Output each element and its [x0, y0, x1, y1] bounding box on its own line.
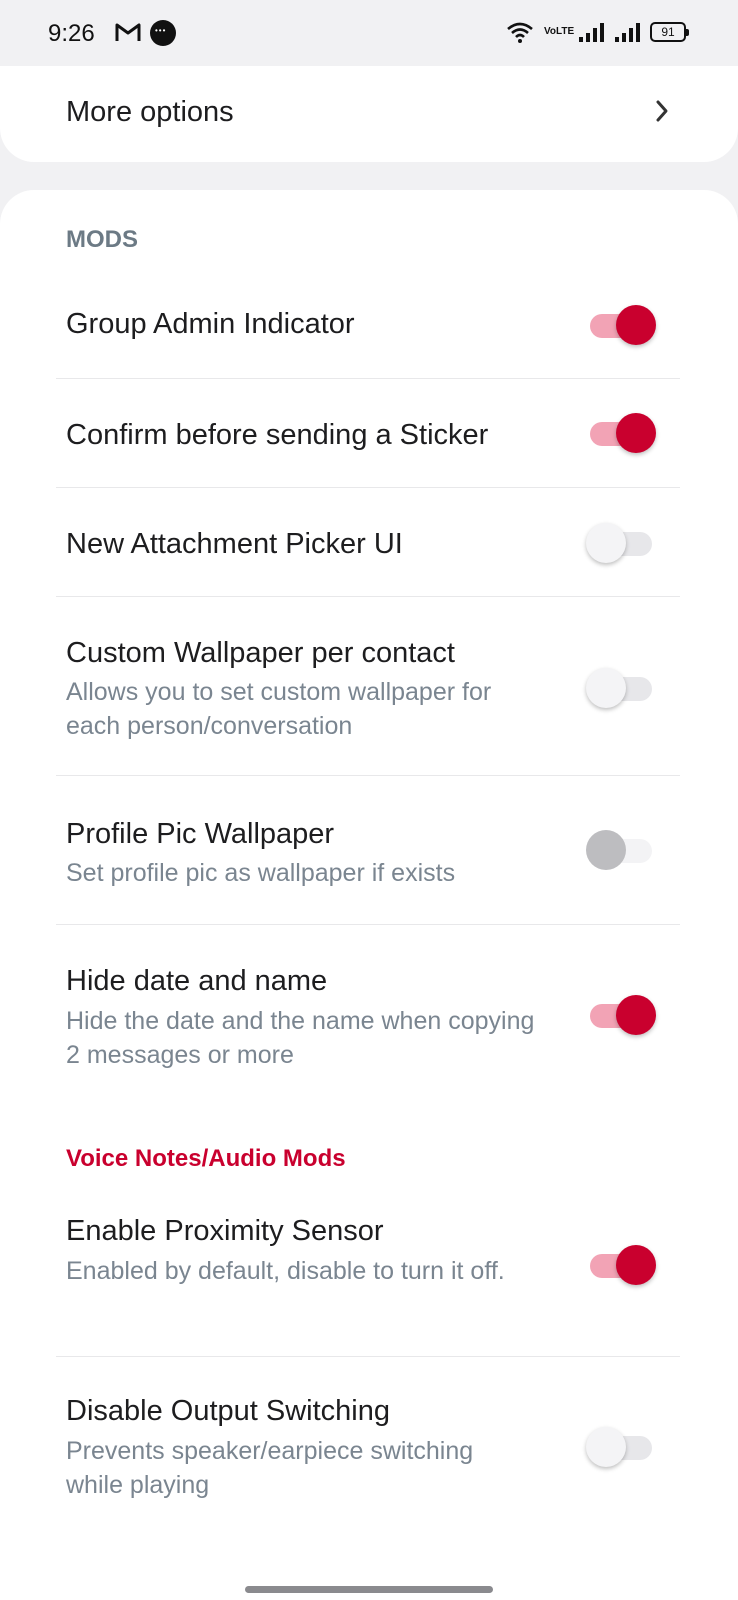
setting-subtitle: Set profile pic as wallpaper if exists	[66, 859, 456, 887]
setting-title: Custom Wallpaper per contact	[66, 637, 455, 669]
battery-icon: 91	[650, 22, 689, 42]
setting-group-admin-indicator[interactable]: Group Admin Indicator	[56, 290, 680, 378]
setting-enable-proximity-sensor[interactable]: Enable Proximity Sensor Enabled by defau…	[56, 1195, 680, 1355]
setting-new-attachment-picker[interactable]: New Attachment Picker UI	[56, 488, 680, 596]
toggle-switch[interactable]	[586, 523, 656, 563]
chevron-right-icon	[656, 100, 668, 122]
setting-disable-output-switching[interactable]: Disable Output Switching Prevents speake…	[56, 1357, 680, 1537]
signal-icon-2	[615, 23, 640, 42]
setting-title: Group Admin Indicator	[66, 308, 355, 340]
setting-subtitle: Enabled by default, disable to turn it o…	[66, 1257, 505, 1285]
wifi-icon	[507, 22, 533, 43]
signal-icon	[579, 23, 604, 42]
battery-level: 91	[661, 25, 675, 39]
status-time: 9:26	[48, 20, 95, 47]
more-options-label: More options	[66, 96, 234, 128]
toggle-switch[interactable]	[586, 830, 656, 870]
toggle-switch[interactable]	[586, 1245, 656, 1285]
toggle-switch[interactable]	[586, 1427, 656, 1467]
toggle-switch[interactable]	[586, 995, 656, 1035]
volte-icon: VoLTE	[544, 26, 575, 37]
chat-notification-icon	[150, 20, 176, 46]
setting-title: Profile Pic Wallpaper	[66, 818, 335, 850]
gmail-icon	[115, 23, 141, 41]
setting-subtitle: Hide the date and the name when copying …	[66, 1007, 535, 1069]
setting-title: Enable Proximity Sensor	[66, 1215, 384, 1247]
setting-confirm-sticker[interactable]: Confirm before sending a Sticker	[56, 379, 680, 487]
setting-title: Hide date and name	[66, 965, 328, 997]
setting-profile-pic-wallpaper[interactable]: Profile Pic Wallpaper Set profile pic as…	[56, 776, 680, 924]
setting-subtitle: Allows you to set custom wallpaper for e…	[66, 678, 492, 740]
setting-title: New Attachment Picker UI	[66, 528, 403, 560]
section-title-mods: MODS	[66, 226, 138, 253]
status-bar: 9:26 VoLTE 91	[0, 0, 738, 66]
toggle-switch[interactable]	[586, 668, 656, 708]
toggle-switch[interactable]	[586, 305, 656, 345]
status-icons: VoLTE 91	[506, 20, 689, 44]
setting-title: Disable Output Switching	[66, 1395, 390, 1427]
section-title-voice-notes: Voice Notes/Audio Mods	[66, 1145, 346, 1172]
more-options-card[interactable]: More options	[0, 66, 738, 162]
home-indicator[interactable]	[245, 1586, 493, 1593]
setting-hide-date-and-name[interactable]: Hide date and name Hide the date and the…	[56, 925, 680, 1115]
setting-subtitle: Prevents speaker/earpiece switching whil…	[66, 1437, 474, 1499]
setting-title: Confirm before sending a Sticker	[66, 419, 489, 451]
toggle-switch[interactable]	[586, 413, 656, 453]
setting-custom-wallpaper[interactable]: Custom Wallpaper per contact Allows you …	[56, 597, 680, 775]
